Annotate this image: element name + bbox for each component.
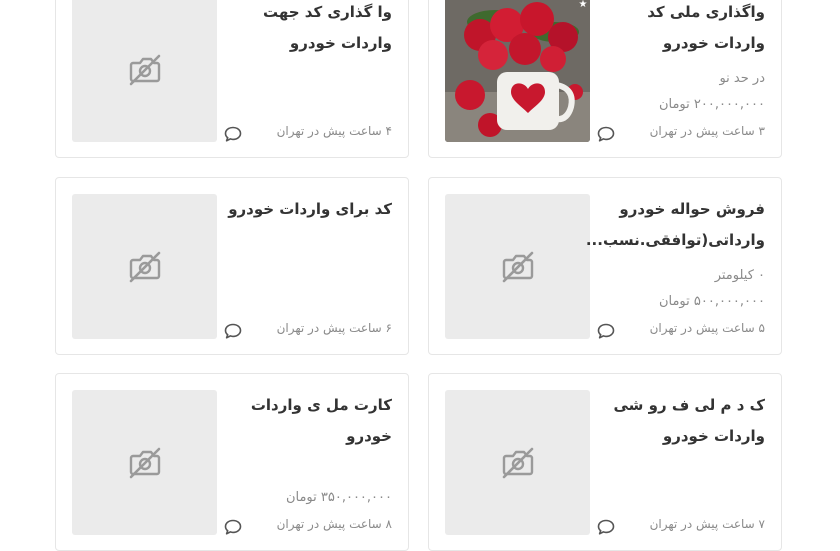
listing-time-location: ۷ ساعت پیش در تهران	[649, 517, 765, 531]
listing-time-location: ۵ ساعت پیش در تهران	[649, 321, 765, 335]
chat-bubble-icon[interactable]	[224, 126, 242, 142]
chat-bubble-icon[interactable]	[597, 126, 615, 142]
svg-text:★: ★	[579, 0, 588, 10]
listing-photo-placeholder[interactable]	[72, 390, 217, 535]
listing-time-location: ۴ ساعت پیش در تهران	[276, 124, 392, 138]
listing-price: ۵۰۰,۰۰۰,۰۰۰ تومان	[658, 294, 765, 309]
no-image-icon	[129, 54, 160, 85]
listing-title[interactable]: کد برای واردات خودرو	[222, 194, 392, 225]
listing-title[interactable]: کارت مل ی واردات خودرو	[222, 390, 392, 452]
listing-card[interactable]: وا گذاری کد جهت واردات خودرو ۴ ساعت پیش …	[55, 0, 409, 158]
chat-bubble-icon[interactable]	[597, 519, 615, 535]
listing-card[interactable]: ★ واگذاری ملی کد واردات خودرو در حد نو ۲…	[428, 0, 782, 158]
listing-photo-placeholder[interactable]	[445, 390, 590, 535]
listing-detail: در حد نو	[719, 71, 765, 86]
listing-title[interactable]: واگذاری ملی کد واردات خودرو	[595, 0, 765, 59]
listing-photo[interactable]: ★	[445, 0, 590, 142]
listing-card[interactable]: کارت مل ی واردات خودرو ۳۵۰,۰۰۰,۰۰۰ تومان…	[55, 373, 409, 551]
no-image-icon	[129, 447, 160, 478]
listing-photo-placeholder[interactable]	[445, 194, 590, 339]
listing-price: ۲۰۰,۰۰۰,۰۰۰ تومان	[658, 97, 765, 112]
listing-title[interactable]: فروش حواله خودرو وارداتی(توافقی.نسب...	[586, 194, 765, 256]
no-image-icon	[129, 251, 160, 282]
listing-card[interactable]: فروش حواله خودرو وارداتی(توافقی.نسب... ۰…	[428, 177, 782, 355]
roses-in-heart-mug-photo: ★	[445, 0, 590, 142]
listing-detail: ۰ کیلومتر	[714, 268, 765, 283]
listing-title[interactable]: وا گذاری کد جهت واردات خودرو	[222, 0, 392, 59]
listing-card[interactable]: ک د م لی ف رو شی واردات خودرو ۷ ساعت پیش…	[428, 373, 782, 551]
chat-bubble-icon[interactable]	[597, 323, 615, 339]
listing-time-location: ۶ ساعت پیش در تهران	[276, 321, 392, 335]
chat-bubble-icon[interactable]	[224, 519, 242, 535]
listing-time-location: ۸ ساعت پیش در تهران	[276, 517, 392, 531]
no-image-icon	[502, 447, 533, 478]
listing-title[interactable]: ک د م لی ف رو شی واردات خودرو	[595, 390, 765, 452]
no-image-icon	[502, 251, 533, 282]
chat-bubble-icon[interactable]	[224, 323, 242, 339]
listing-photo-placeholder[interactable]	[72, 0, 217, 142]
listing-price: ۳۵۰,۰۰۰,۰۰۰ تومان	[285, 490, 392, 505]
listing-time-location: ۳ ساعت پیش در تهران	[649, 124, 765, 138]
listing-photo-placeholder[interactable]	[72, 194, 217, 339]
listing-card[interactable]: کد برای واردات خودرو ۶ ساعت پیش در تهران	[55, 177, 409, 355]
